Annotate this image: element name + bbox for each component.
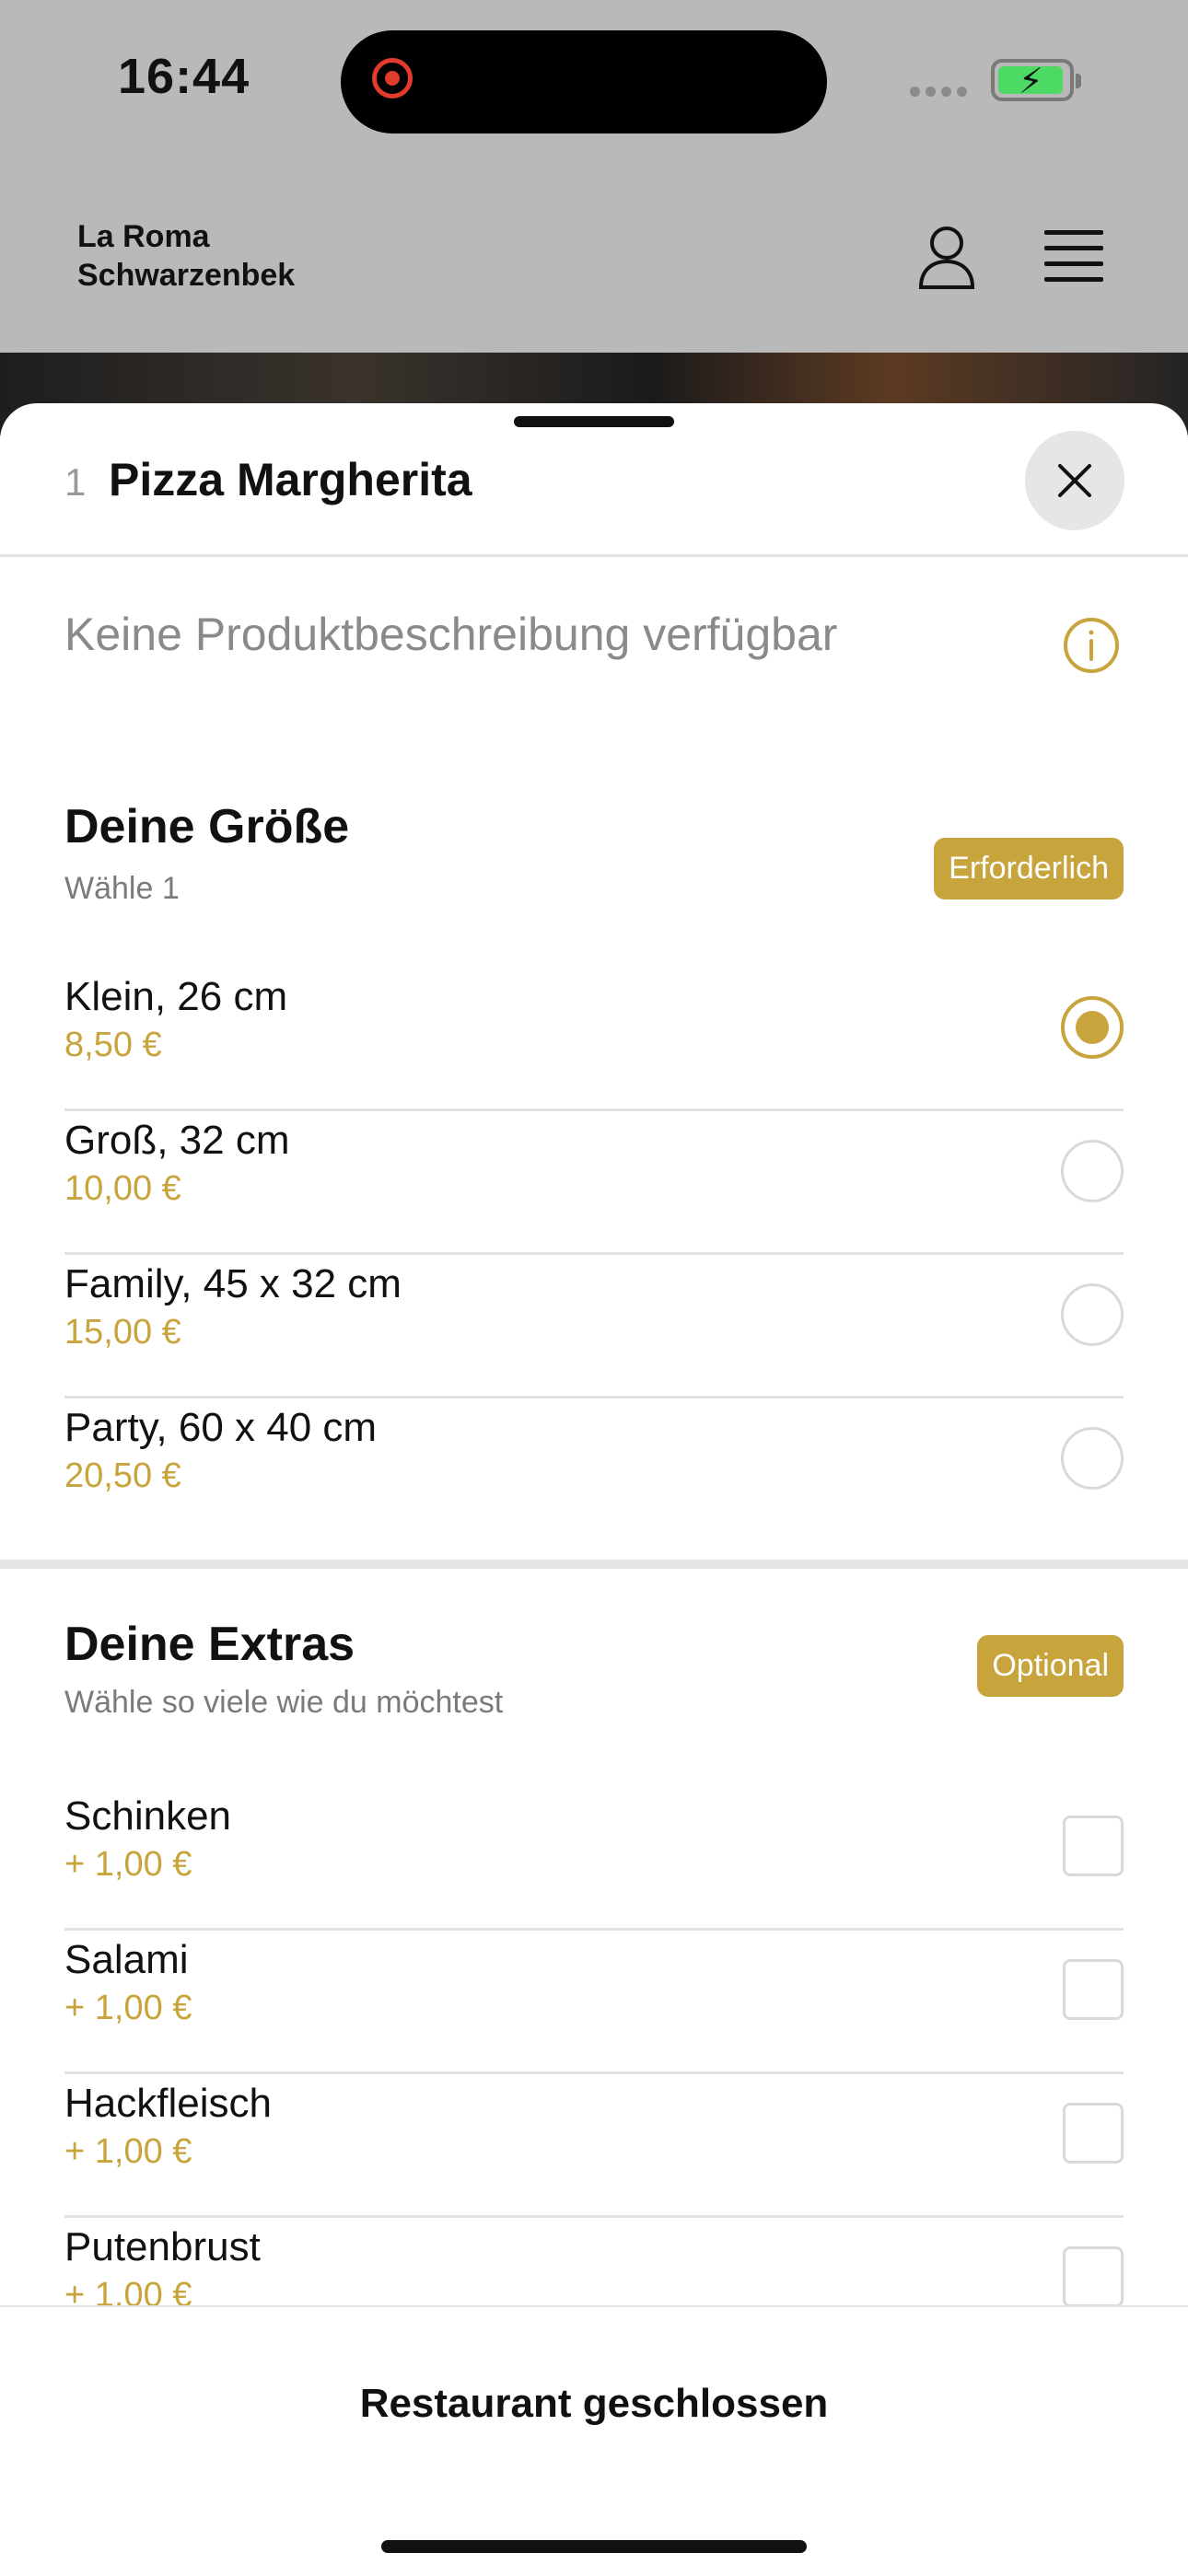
extras-section-subtitle: Wähle so viele wie du möchtest [64, 1685, 504, 1720]
signal-icon [910, 85, 973, 101]
option-price: + 1,00 € [64, 1989, 192, 2027]
close-icon [1058, 464, 1091, 497]
restaurant-brand[interactable]: La Roma Schwarzenbek [77, 217, 295, 295]
radio-button[interactable] [1061, 1283, 1124, 1346]
option-price: + 1,00 € [64, 2132, 192, 2171]
size-option[interactable]: Klein, 26 cm 8,50 € [64, 965, 1124, 1111]
status-time: 16:44 [118, 49, 250, 104]
required-badge: Erforderlich [934, 838, 1124, 899]
section-divider [0, 1560, 1188, 1569]
close-button[interactable] [1025, 431, 1124, 530]
option-name: Groß, 32 cm [64, 1118, 290, 1163]
footer-bar: Restaurant geschlossen [0, 2305, 1188, 2576]
extras-section-title: Deine Extras [64, 1618, 355, 1671]
option-price: 20,50 € [64, 1456, 181, 1495]
checkbox[interactable] [1063, 2103, 1124, 2164]
radio-button[interactable] [1061, 1140, 1124, 1202]
dynamic-island [341, 30, 827, 133]
option-name: Party, 60 x 40 cm [64, 1405, 378, 1450]
radio-button-selected[interactable] [1061, 996, 1124, 1059]
option-name: Klein, 26 cm [64, 974, 288, 1019]
option-price: 15,00 € [64, 1313, 181, 1352]
extras-section: Deine Extras Wähle so viele wie du möcht… [64, 1617, 1124, 1721]
option-name: Salami [64, 1937, 189, 1982]
option-price: 8,50 € [64, 1026, 162, 1064]
user-icon[interactable] [917, 225, 976, 291]
battery-charging-icon: ⚡ [991, 59, 1081, 101]
option-price: + 1,00 € [64, 1845, 192, 1884]
product-quantity: 1 [64, 460, 87, 504]
checkbox[interactable] [1063, 1959, 1124, 2020]
option-price: 10,00 € [64, 1169, 181, 1208]
brand-line2: Schwarzenbek [77, 258, 296, 293]
optional-badge: Optional [977, 1635, 1124, 1697]
extra-option[interactable]: Salami + 1,00 € [64, 1928, 1124, 2074]
home-indicator[interactable] [381, 2540, 807, 2553]
screen-recording-icon [372, 58, 413, 99]
info-icon[interactable] [1063, 617, 1120, 674]
option-name: Putenbrust [64, 2224, 261, 2269]
checkbox[interactable] [1063, 2246, 1124, 2307]
product-title: Pizza Margherita [109, 454, 472, 505]
size-option[interactable]: Party, 60 x 40 cm 20,50 € [64, 1396, 1124, 1539]
app-header: La Roma Schwarzenbek [0, 166, 1188, 353]
product-sheet: 1 Pizza Margherita Keine Produktbeschrei… [0, 403, 1188, 2574]
option-name: Hackfleisch [64, 2081, 272, 2126]
restaurant-closed-label: Restaurant geschlossen [359, 2381, 829, 2426]
option-name: Schinken [64, 1793, 232, 1839]
extra-option[interactable]: Hackfleisch + 1,00 € [64, 2071, 1124, 2218]
product-description: Keine Produktbeschreibung verfügbar [64, 609, 838, 660]
size-section: Deine Größe Wähle 1 Erforderlich [64, 799, 1124, 907]
option-name: Family, 45 x 32 cm [64, 1261, 402, 1306]
checkbox[interactable] [1063, 1816, 1124, 1876]
size-option[interactable]: Family, 45 x 32 cm 15,00 € [64, 1252, 1124, 1398]
status-bar: 16:44 ⚡ [0, 0, 1188, 166]
radio-button[interactable] [1061, 1427, 1124, 1490]
extra-option[interactable]: Schinken + 1,00 € [64, 1784, 1124, 1931]
size-option[interactable]: Groß, 32 cm 10,00 € [64, 1108, 1124, 1255]
brand-line1: La Roma [77, 219, 210, 254]
sheet-header: 1 Pizza Margherita [0, 403, 1188, 557]
hamburger-menu-icon[interactable] [1044, 230, 1103, 284]
